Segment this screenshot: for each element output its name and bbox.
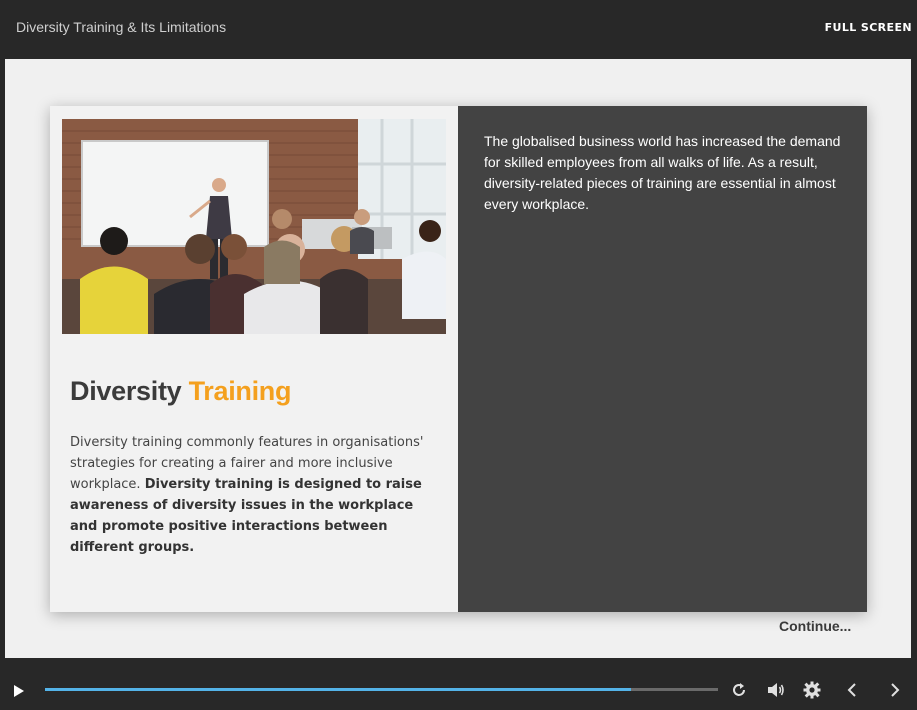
top-bar: Diversity Training & Its Limitations FUL… bbox=[0, 0, 917, 58]
continue-link[interactable]: Continue... bbox=[779, 618, 851, 634]
fullscreen-button[interactable]: FULL SCREEN bbox=[825, 21, 912, 34]
progress-fill bbox=[45, 688, 632, 691]
slide-heading: Diversity Training bbox=[70, 376, 291, 407]
heading-accent: Training bbox=[188, 376, 292, 406]
chevron-right-icon[interactable] bbox=[889, 682, 901, 702]
slide-stage: Diversity Training Diversity training co… bbox=[5, 59, 911, 658]
meeting-photo bbox=[62, 119, 446, 334]
chevron-left-icon[interactable] bbox=[846, 682, 858, 702]
replay-icon[interactable] bbox=[731, 682, 747, 702]
slide-body-text: Diversity training commonly features in … bbox=[70, 432, 430, 558]
card-right-panel: The globalised business world has increa… bbox=[458, 106, 867, 612]
card-left-panel: Diversity Training Diversity training co… bbox=[50, 106, 458, 612]
volume-icon[interactable] bbox=[767, 682, 785, 702]
progress-bar[interactable] bbox=[45, 688, 718, 691]
course-title: Diversity Training & Its Limitations bbox=[16, 19, 227, 35]
right-panel-text: The globalised business world has increa… bbox=[484, 133, 841, 212]
player-controls bbox=[0, 660, 917, 710]
meeting-photo-illustration bbox=[62, 119, 446, 334]
gear-icon[interactable] bbox=[803, 681, 821, 703]
content-card: Diversity Training Diversity training co… bbox=[50, 106, 867, 612]
play-icon[interactable] bbox=[13, 683, 25, 702]
heading-primary: Diversity bbox=[70, 376, 182, 406]
